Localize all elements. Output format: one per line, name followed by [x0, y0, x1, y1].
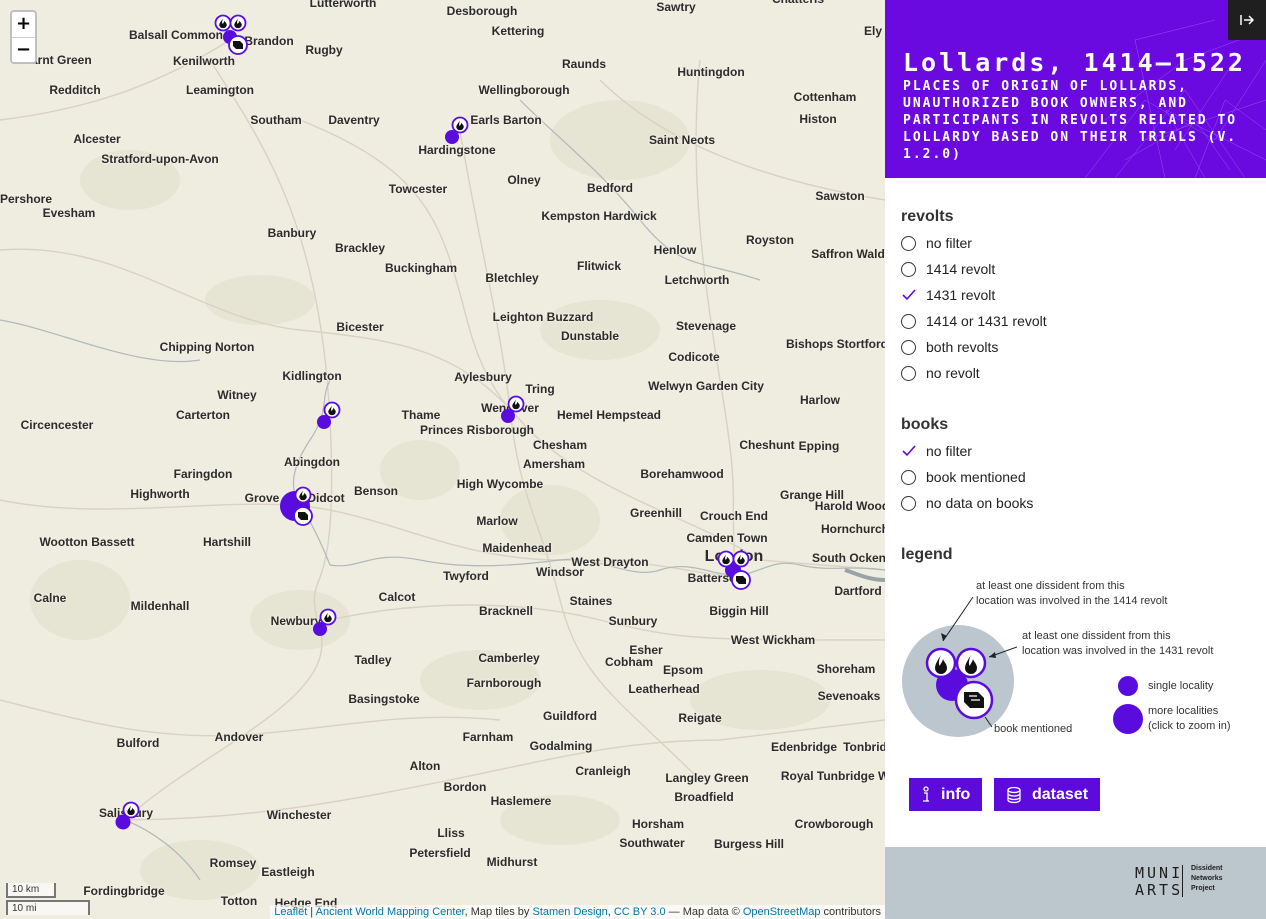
info-button[interactable]: info	[909, 778, 983, 811]
checkmark-icon[interactable]	[901, 289, 916, 301]
info-button-label: info	[941, 785, 971, 803]
revolts-option[interactable]: 1414 revolt	[901, 259, 995, 279]
legend-single-locality: single locality	[1148, 680, 1214, 692]
books-option-label: book mentioned	[926, 469, 1026, 485]
attribution: Leaflet | Ancient World Mapping Center, …	[270, 905, 885, 919]
checkmark-icon[interactable]	[901, 445, 916, 457]
revolts-option[interactable]: no revolt	[901, 363, 980, 383]
legend-1414-line2: location was involved in the 1414 revolt	[976, 595, 1168, 607]
revolt-1431-marker[interactable]	[229, 14, 247, 32]
revolt-1431-marker[interactable]	[717, 550, 735, 568]
sidebar-header: Lollards, 1414–1522 Places of origin of …	[885, 0, 1266, 178]
revolts-option[interactable]: 1431 revolt	[901, 285, 995, 305]
revolts-option[interactable]: no filter	[901, 233, 972, 253]
books-option-label: no filter	[926, 443, 972, 459]
books-option[interactable]: no filter	[901, 441, 972, 461]
legend-1431-line2: location was involved in the 1431 revolt	[1022, 645, 1214, 657]
attribution-sep: |	[307, 906, 316, 918]
revolt-1431-marker[interactable]	[319, 608, 337, 626]
revolt-1431-marker[interactable]	[507, 395, 525, 413]
revolts-option-label: 1414 revolt	[926, 261, 996, 277]
map[interactable]: LutterworthDesboroughSawtryChatterisElyB…	[0, 0, 885, 919]
books-option-label: no data on books	[926, 495, 1034, 511]
revolts-option-label: both revolts	[926, 339, 999, 355]
project-line1: Dissident	[1191, 865, 1223, 872]
muni-arts-logo: MUNI ARTS	[1135, 865, 1183, 899]
revolts-option-label: no revolt	[926, 365, 980, 381]
revolt-1431-marker[interactable]	[122, 801, 140, 819]
radio-button[interactable]	[901, 469, 916, 485]
logo-line1: MUNI	[1135, 864, 1184, 882]
legend-1431-line1: at least one dissident from this	[1022, 630, 1171, 642]
books-heading: books	[901, 416, 949, 433]
page-title: Lollards, 1414–1522	[903, 48, 1246, 77]
attribution-suffix: contributors	[820, 906, 881, 918]
scale-mi: 10 mi	[6, 900, 90, 915]
legend-more-localities-line1: more localities	[1148, 705, 1219, 717]
logo-line2: ARTS	[1135, 881, 1184, 899]
revolts-option-label: no filter	[926, 235, 972, 251]
legend-1414-line1: at least one dissident from this	[976, 580, 1125, 592]
radio-button[interactable]	[901, 495, 916, 511]
revolts-option-label: 1431 revolt	[926, 287, 996, 303]
revolts-option-label: 1414 or 1431 revolt	[926, 313, 1047, 329]
books-option[interactable]: book mentioned	[901, 467, 1026, 487]
radio-button[interactable]	[901, 235, 916, 251]
markers-layer	[115, 14, 751, 830]
revolts-heading: revolts	[901, 208, 954, 225]
revolt-1431-marker[interactable]	[323, 401, 341, 419]
zoom-in-button[interactable]: +	[12, 12, 35, 37]
revolt-1431-marker[interactable]	[732, 550, 750, 568]
scale-bar: 10 km 10 mi	[6, 883, 90, 915]
legend-book-mentioned: book mentioned	[994, 723, 1073, 735]
radio-button[interactable]	[901, 261, 916, 277]
revolt-1431-marker[interactable]	[214, 14, 232, 32]
logo-divider	[1182, 865, 1183, 897]
sidebar: Lollards, 1414–1522 Places of origin of …	[885, 0, 1266, 919]
collapse-sidebar-button[interactable]	[1228, 0, 1266, 40]
exit-panel-icon	[1240, 15, 1255, 25]
project-line3: Project	[1191, 885, 1215, 892]
radio-button[interactable]	[901, 365, 916, 381]
radio-button[interactable]	[901, 339, 916, 355]
page-subtitle: Places of origin of lollards, unauthoriz…	[903, 79, 1238, 162]
project-line2: Networks	[1191, 875, 1223, 882]
attribution-data-text: — Map data ©	[665, 906, 743, 918]
books-option[interactable]: no data on books	[901, 493, 1033, 513]
database-icon	[1007, 786, 1021, 803]
project-label: Dissident Networks Project	[1191, 864, 1223, 894]
leaflet-link[interactable]: Leaflet	[274, 906, 307, 918]
legend-more-localities-line2: (click to zoom in)	[1148, 720, 1231, 732]
legend-heading: legend	[901, 546, 953, 563]
revolts-option[interactable]: 1414 or 1431 revolt	[901, 311, 1047, 331]
revolts-option[interactable]: both revolts	[901, 337, 998, 357]
zoom-control: + −	[10, 10, 37, 64]
dataset-button[interactable]: dataset	[994, 778, 1101, 811]
cc-link[interactable]: CC BY 3.0	[614, 906, 666, 918]
zoom-out-button[interactable]: −	[12, 37, 35, 62]
revolt-1431-marker[interactable]	[451, 116, 469, 134]
info-icon	[923, 785, 929, 802]
stamen-link[interactable]: Stamen Design	[532, 906, 607, 918]
scale-km: 10 km	[6, 883, 56, 898]
revolt-1431-marker[interactable]	[294, 486, 312, 504]
attribution-tiles-text: , Map tiles by	[464, 906, 533, 918]
dataset-button-label: dataset	[1032, 785, 1089, 803]
radio-button[interactable]	[901, 313, 916, 329]
sidebar-footer: MUNI ARTS Dissident Networks Project	[885, 847, 1266, 919]
awmc-link[interactable]: Ancient World Mapping Center	[316, 906, 465, 918]
osm-link[interactable]: OpenStreetMap	[743, 906, 821, 918]
